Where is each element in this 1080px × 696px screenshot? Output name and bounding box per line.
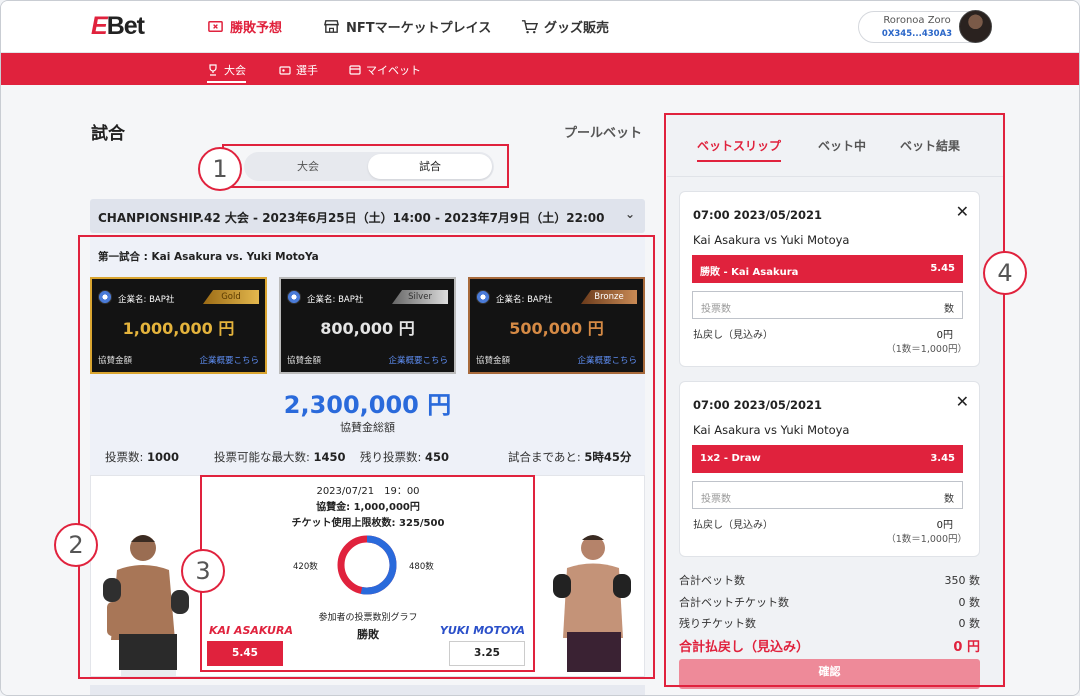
ebet-logo[interactable]: EBet — [91, 12, 145, 41]
user-name: Roronoa Zoro — [883, 15, 951, 26]
chevron-down-icon[interactable]: ⌄ — [625, 207, 635, 221]
cart-icon — [521, 20, 538, 34]
store-icon — [323, 20, 340, 33]
annotation-box-3 — [200, 475, 535, 672]
subnav-tournament[interactable]: 大会 — [207, 62, 246, 83]
app-window: EBet 勝敗予想 NFTマーケットプレイス グッズ販売 Roronoa Zor… — [0, 0, 1080, 696]
sub-navigation: 大会 選手 マイベット — [1, 53, 1079, 85]
ticket-icon — [208, 21, 223, 32]
next-match-preview — [90, 685, 645, 695]
trophy-icon — [209, 64, 217, 76]
annotation-badge-4: 4 — [983, 251, 1027, 295]
pool-bet-link[interactable]: プールベット — [564, 122, 642, 141]
subnav-my-bets[interactable]: マイベット — [349, 62, 421, 78]
top-header: EBet 勝敗予想 NFTマーケットプレイス グッズ販売 Roronoa Zor… — [1, 1, 1079, 53]
championship-accordion[interactable]: CHANPIONSHIP.42 大会 - 2023年6月25日（土）14:00 … — [90, 199, 645, 233]
page-title: 試合 — [91, 124, 125, 144]
card-icon — [279, 66, 291, 75]
annotation-box-4 — [664, 113, 1005, 687]
nav-match-prediction[interactable]: 勝敗予想 — [207, 17, 282, 36]
wallet-address: 0X345...430A3 — [881, 29, 953, 39]
nav-nft-marketplace[interactable]: NFTマーケットプレイス — [323, 17, 491, 36]
championship-title: CHANPIONSHIP.42 大会 - 2023年6月25日（土）14:00 … — [98, 211, 605, 225]
avatar[interactable] — [959, 10, 992, 43]
annotation-badge-1: 1 — [198, 147, 242, 191]
subnav-players[interactable]: 選手 — [279, 62, 318, 78]
nav-goods-shop[interactable]: グッズ販売 — [521, 17, 609, 36]
wallet-icon — [349, 65, 361, 75]
annotation-badge-2: 2 — [54, 523, 98, 567]
annotation-badge-3: 3 — [181, 549, 225, 593]
annotation-box-1 — [222, 144, 509, 188]
